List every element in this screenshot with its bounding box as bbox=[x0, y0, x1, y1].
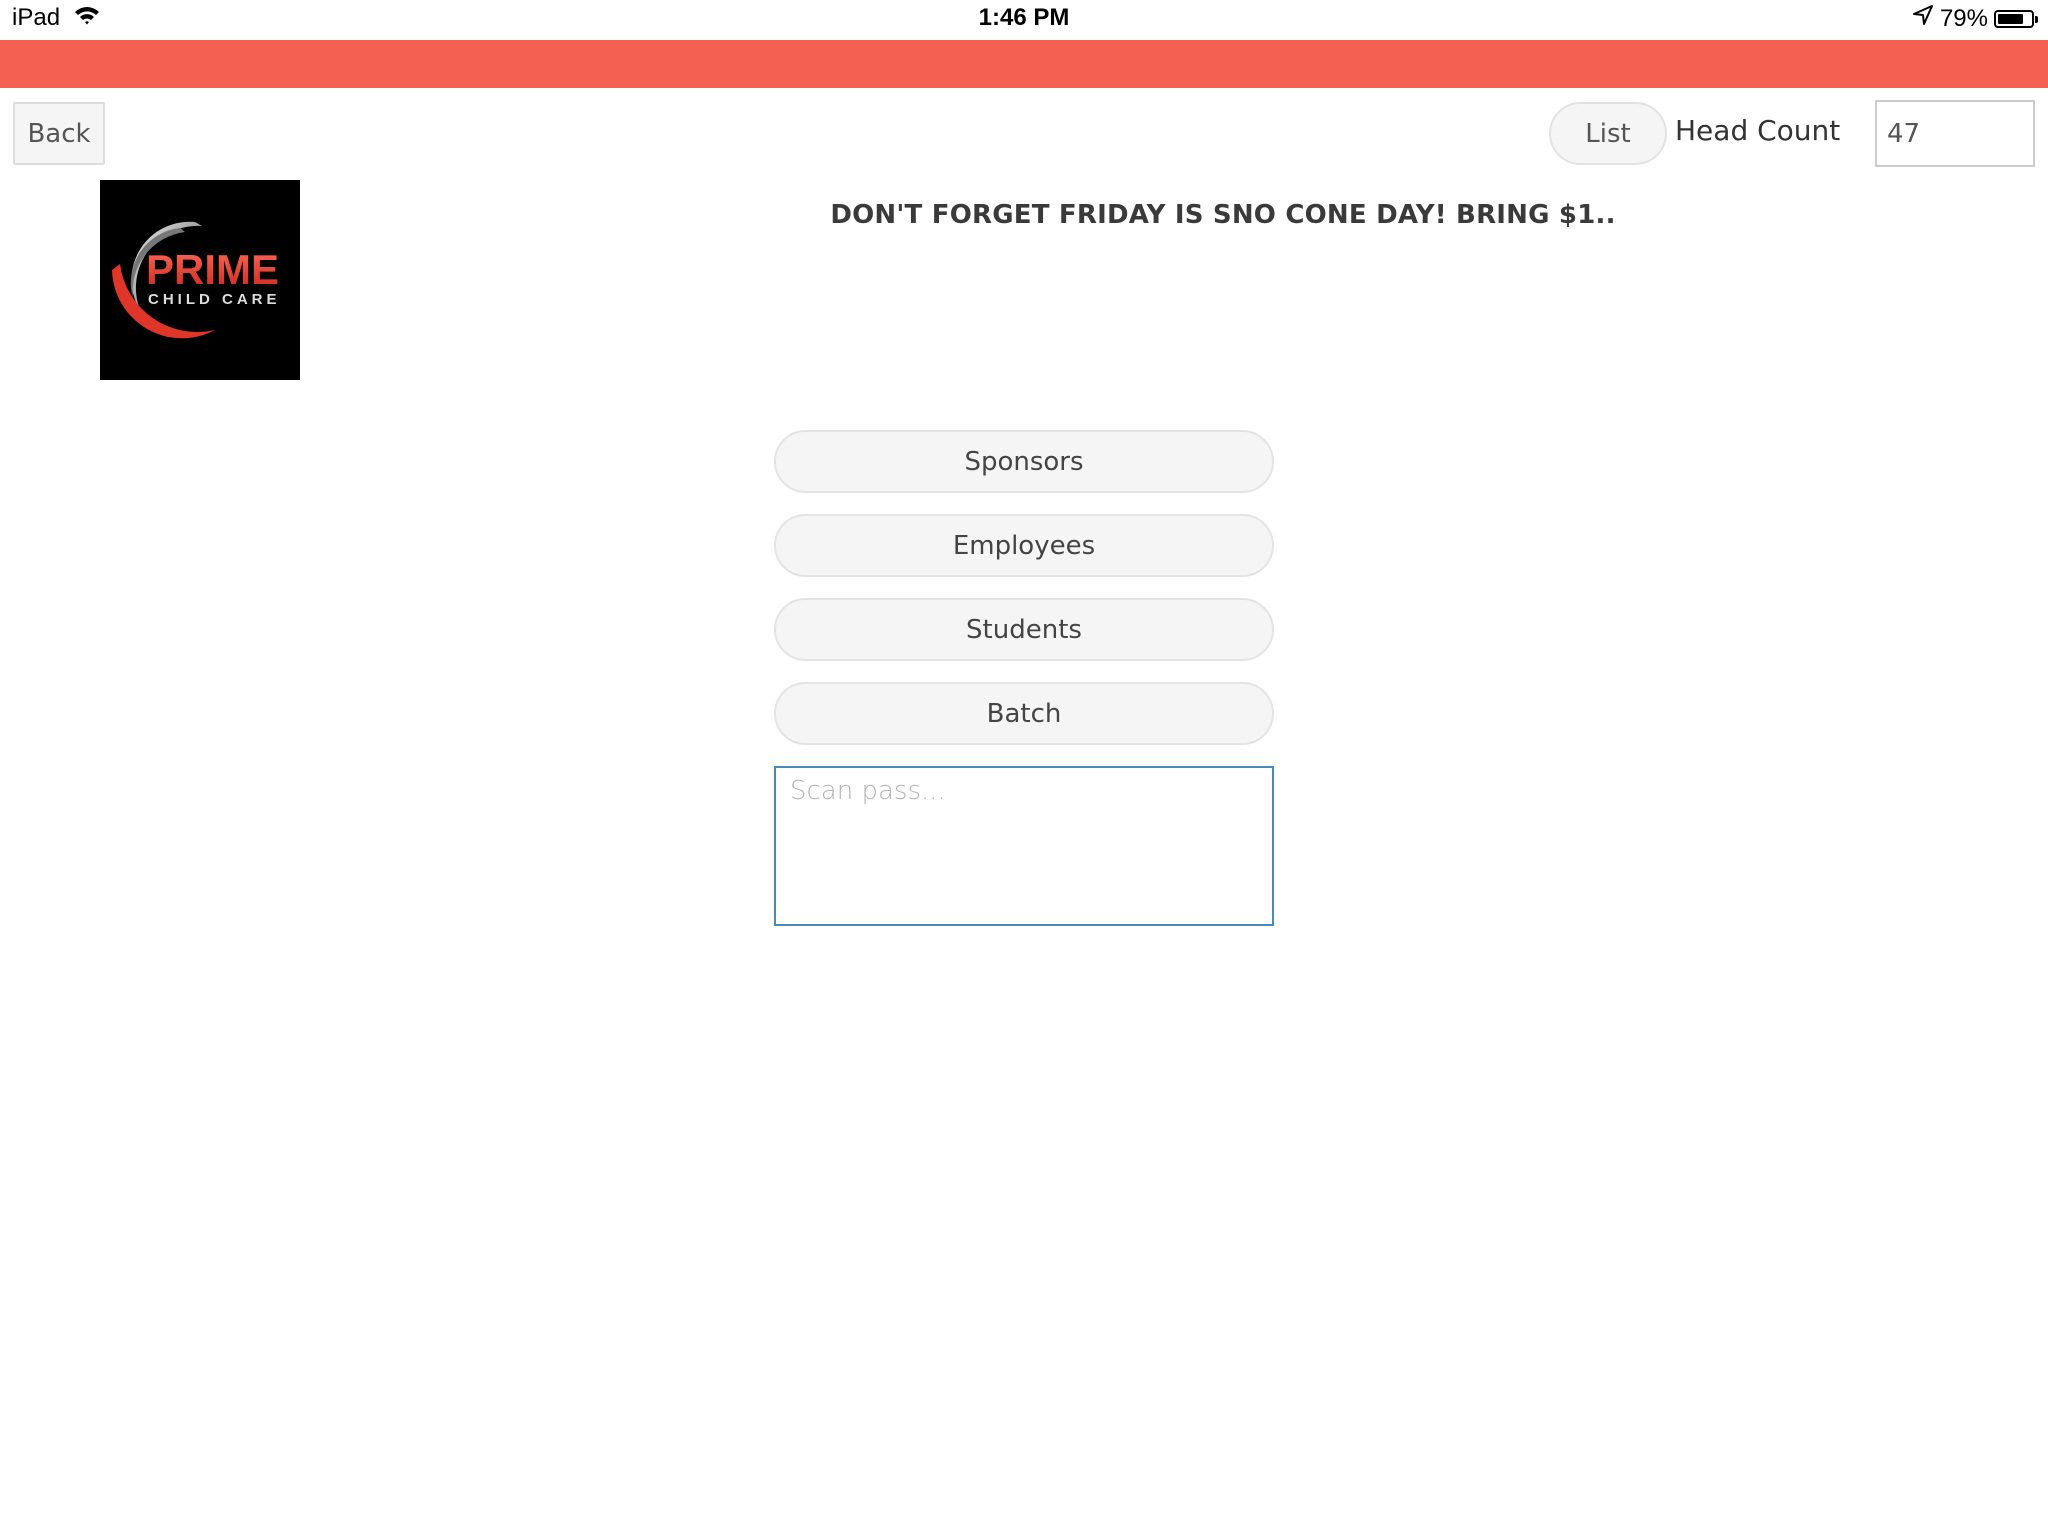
battery-icon bbox=[1994, 9, 2038, 28]
back-button[interactable]: Back bbox=[13, 102, 105, 165]
employees-button[interactable]: Employees bbox=[774, 514, 1274, 577]
battery-percent: 79% bbox=[1939, 4, 1988, 32]
scan-pass-input[interactable] bbox=[774, 766, 1274, 926]
batch-button[interactable]: Batch bbox=[774, 682, 1274, 745]
head-count-label: Head Count bbox=[1675, 114, 1841, 147]
logo-brand: PRIME bbox=[146, 246, 279, 293]
head-count-input[interactable] bbox=[1875, 100, 2035, 167]
clock: 1:46 PM bbox=[978, 4, 1070, 31]
app-header-bar bbox=[0, 40, 2048, 88]
students-button[interactable]: Students bbox=[774, 598, 1274, 661]
logo-tagline: CHILD CARE bbox=[148, 291, 281, 308]
status-right: 79% bbox=[1912, 4, 2038, 33]
location-arrow-icon bbox=[1912, 4, 1934, 33]
status-bar: iPad 1:46 PM 79% bbox=[0, 0, 2048, 40]
prime-child-care-logo: PRIME CHILD CARE bbox=[100, 180, 300, 380]
announcement-banner: DON'T FORGET FRIDAY IS SNO CONE DAY! BRI… bbox=[830, 200, 1616, 230]
sponsors-button[interactable]: Sponsors bbox=[774, 430, 1274, 493]
list-button[interactable]: List bbox=[1549, 102, 1667, 165]
battery-fill bbox=[1998, 13, 2024, 24]
